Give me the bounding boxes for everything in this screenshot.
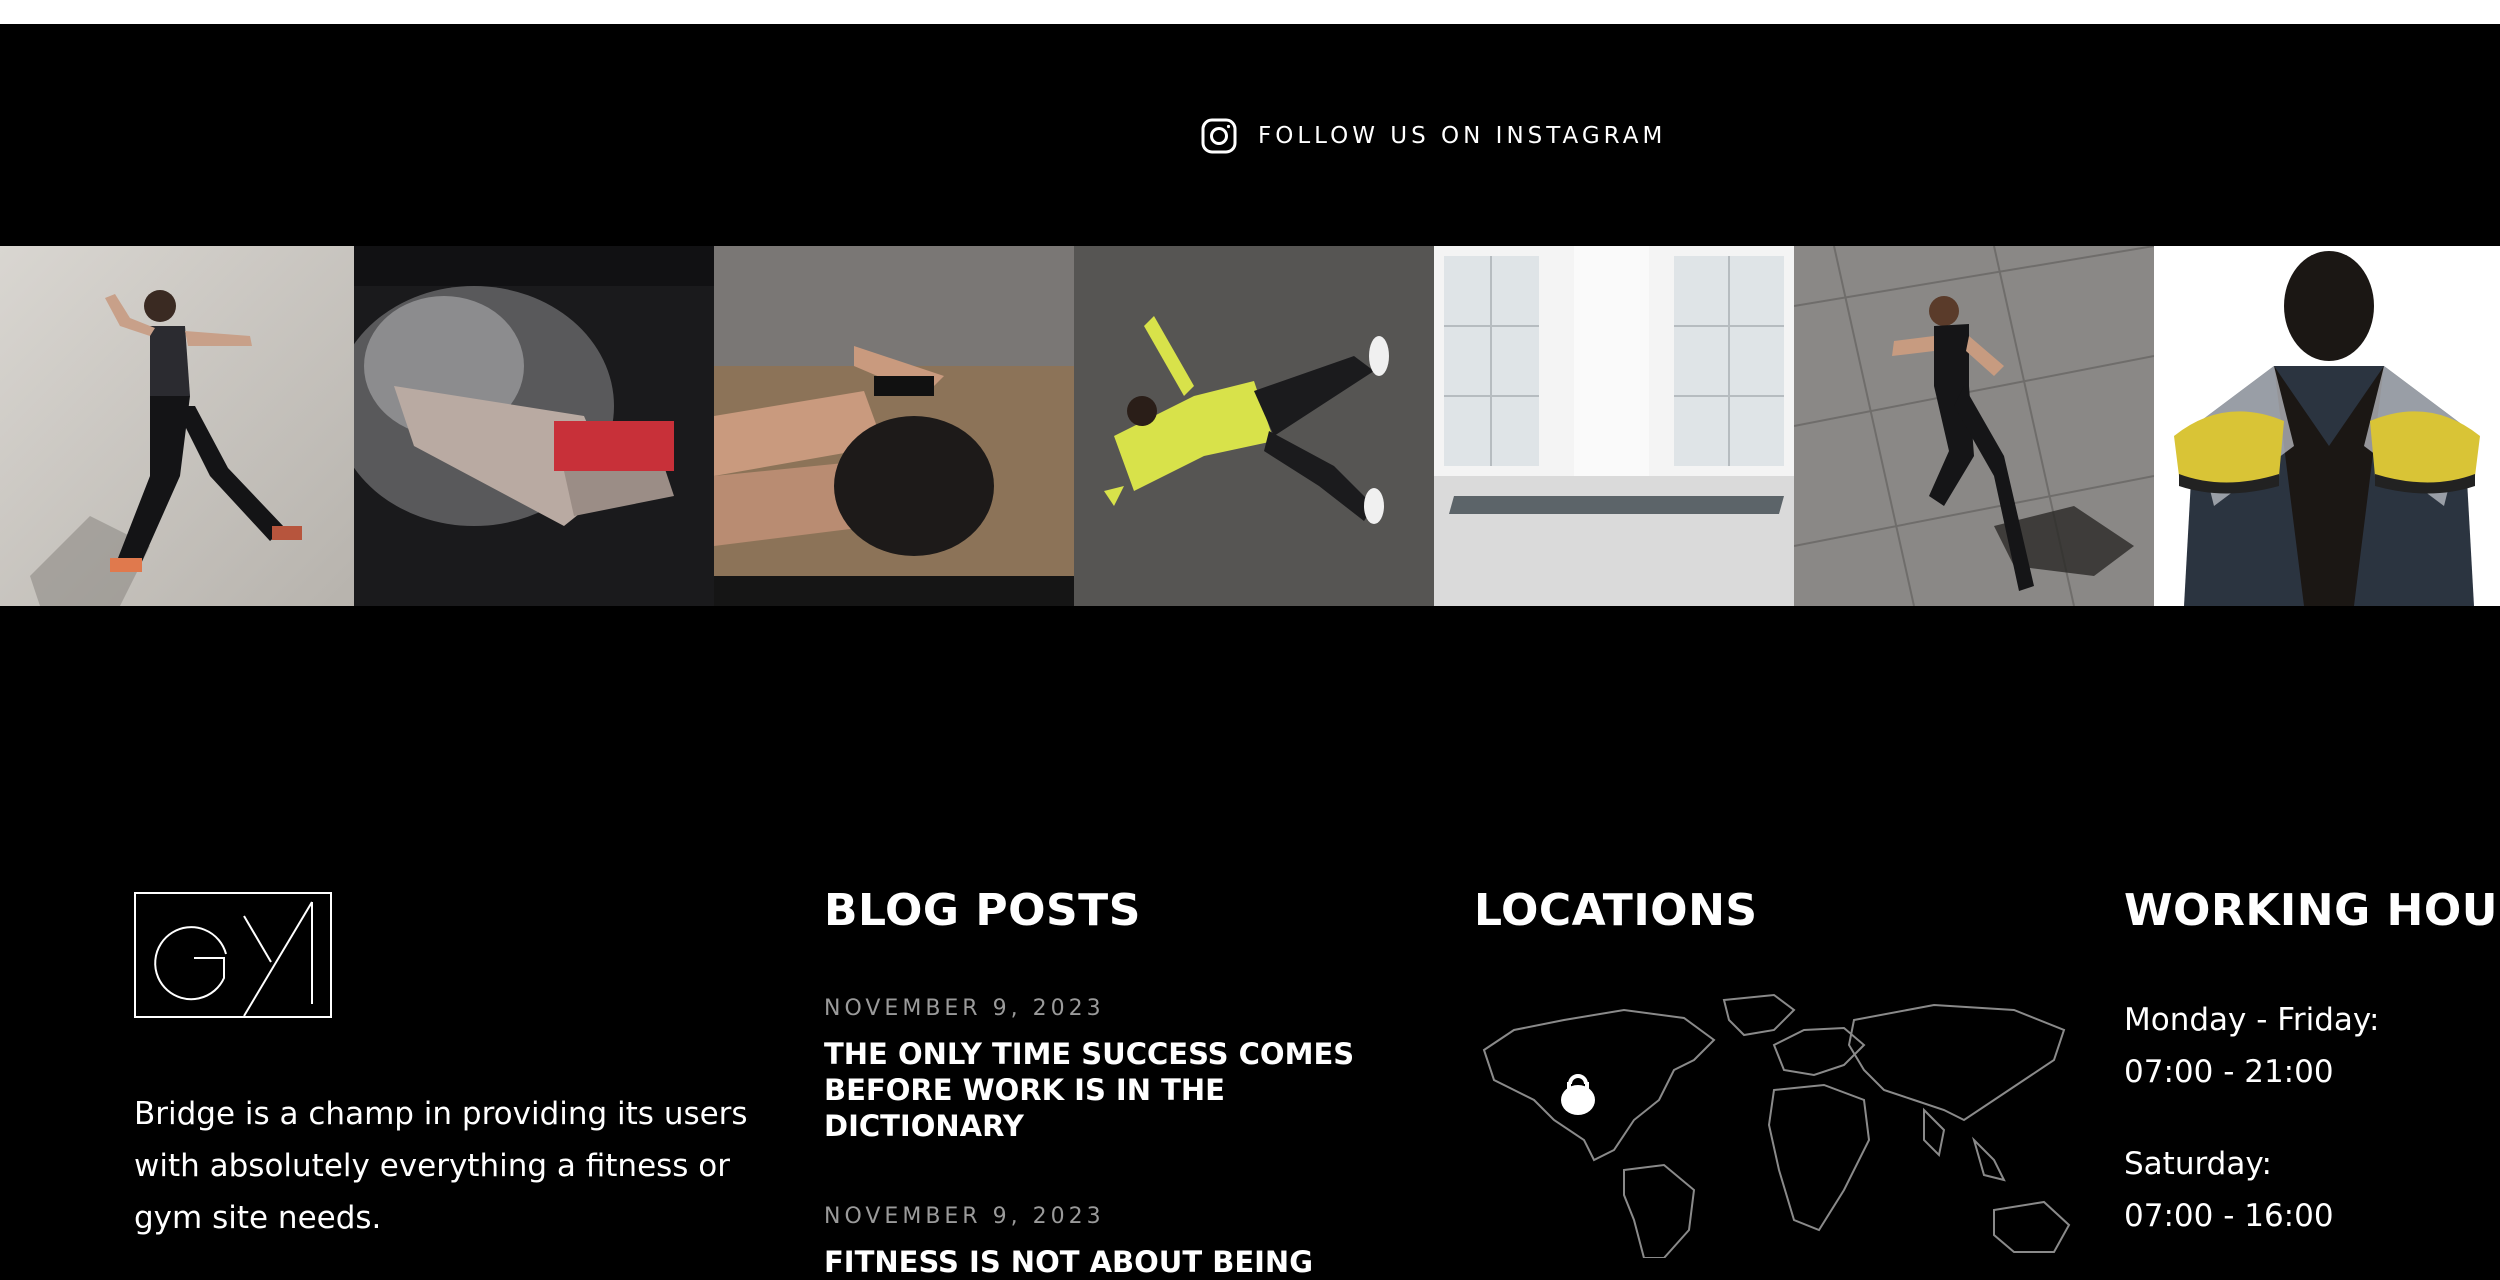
blog-posts-heading: BLOG POSTS [824,885,1141,936]
gallery-photo-man-lying-yellow[interactable] [1074,246,1434,606]
instagram-icon [1200,117,1238,155]
hours-days: Saturday: [2124,1146,2272,1182]
footer-about-text: Bridge is a champ in providing its users… [134,1096,748,1236]
blog-post-title[interactable]: FITNESS IS NOT ABOUT BEING [824,1244,1384,1280]
gallery-photo-chalk-hands[interactable] [354,246,714,606]
instagram-section: FOLLOW US ON INSTAGRAM [0,24,2500,246]
gallery-photo-man-holding-shoes[interactable] [2154,246,2500,606]
gym-logo[interactable] [134,892,332,1018]
gallery-photo-woman-situps[interactable] [714,246,1074,606]
instagram-follow-label: FOLLOW US ON INSTAGRAM [1258,123,1667,149]
instagram-gallery [0,246,2500,606]
working-hours-heading: WORKING HOURS [2124,885,2500,936]
instagram-follow-link[interactable]: FOLLOW US ON INSTAGRAM [1200,116,1666,156]
gallery-photo-woman-running[interactable] [0,246,354,606]
blog-post-date: NOVEMBER 9, 2023 [824,996,1105,1021]
kettlebell-icon[interactable] [1558,1070,1598,1116]
world-map[interactable] [1474,990,2074,1259]
top-white-strip [0,0,2500,24]
hours-days: Monday - Friday: [2124,1002,2380,1038]
blog-post-date: NOVEMBER 9, 2023 [824,1204,1105,1229]
locations-heading: LOCATIONS [1474,885,1758,936]
hours-time: 07:00 - 16:00 [2124,1198,2334,1234]
gallery-photo-empty-studio[interactable] [1434,246,1794,606]
hours-time: 07:00 - 21:00 [2124,1054,2334,1090]
gallery-photo-woman-running-aerial[interactable] [1794,246,2154,606]
blog-post-title[interactable]: THE ONLY TIME SUCCESS COMES BEFORE WORK … [824,1036,1384,1144]
